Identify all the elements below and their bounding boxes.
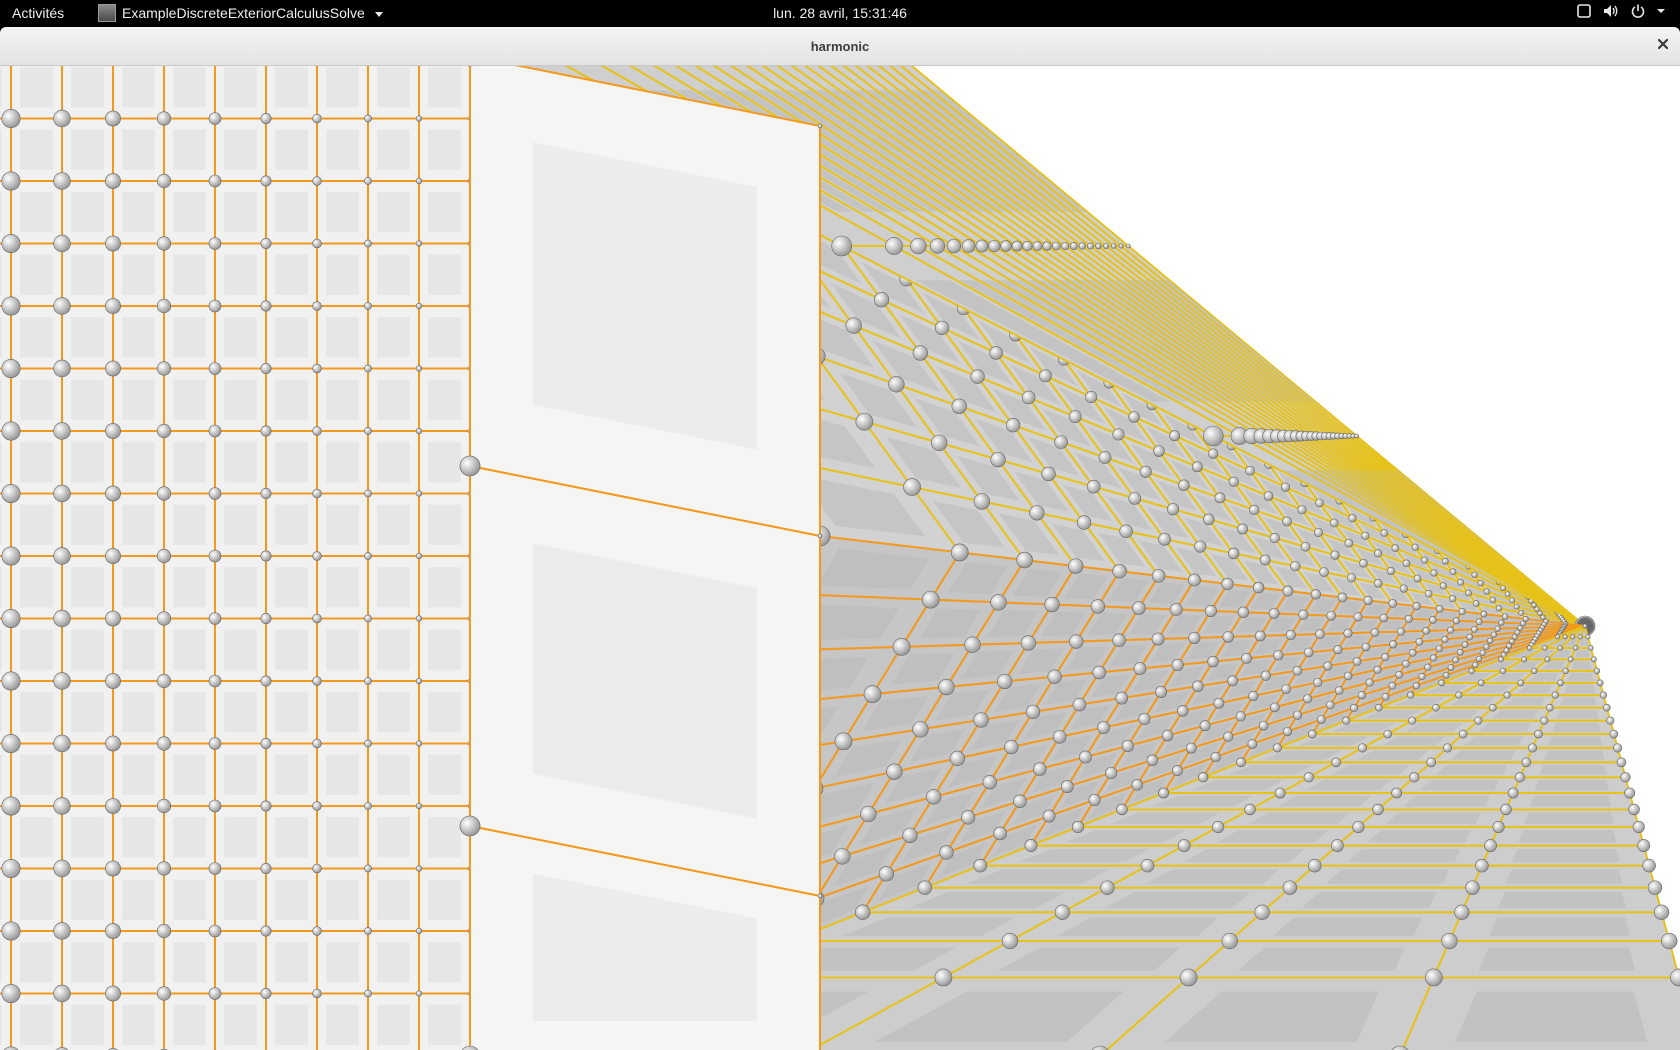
3d-render-canvas[interactable] [0,66,1680,1050]
window-title: harmonic [810,39,870,54]
system-tray[interactable] [1576,3,1666,19]
power-icon[interactable] [1630,3,1646,19]
clock[interactable]: lun. 28 avril, 15:31:46 [0,5,1680,21]
volume-icon[interactable] [1602,3,1620,19]
close-button[interactable] [1652,35,1674,57]
close-icon [1657,37,1669,55]
mesh-render [0,66,1680,1050]
chevron-down-icon[interactable] [1656,3,1666,19]
top-bar: Activités ExampleDiscreteExteriorCalculu… [0,0,1680,27]
window-titlebar[interactable]: harmonic [0,27,1680,66]
screen-icon[interactable] [1576,3,1592,19]
